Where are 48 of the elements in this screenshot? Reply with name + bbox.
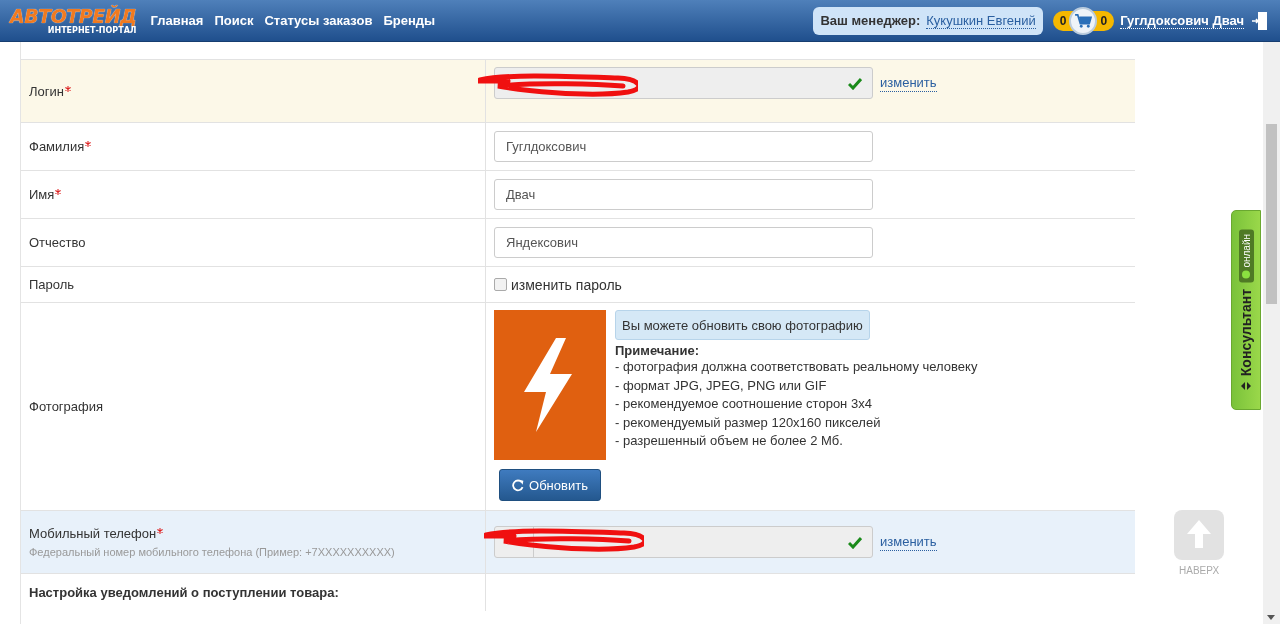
user-link[interactable]: Гуглдоксович Двач [1120, 12, 1244, 29]
logout-icon[interactable] [1252, 10, 1268, 31]
note-title: Примечание: [615, 343, 700, 358]
field-label: Фамилия [29, 139, 85, 154]
text-field[interactable]: Двач [494, 179, 873, 210]
nav-link[interactable]: Главная [150, 13, 204, 28]
status-label: онлайн [1240, 234, 1252, 268]
cart-icon [1074, 13, 1093, 28]
section-heading: Настройка уведомлений о поступлении товара: [21, 574, 486, 611]
scrollbar[interactable] [1263, 42, 1280, 624]
manager-label: Ваш менеджер: [820, 13, 921, 28]
field-label: Фотография [29, 399, 104, 414]
required-icon [55, 189, 62, 195]
checkbox[interactable] [494, 278, 507, 291]
upload-button[interactable]: Вы можете обновить свою фотографию [615, 310, 870, 340]
required-icon [157, 528, 164, 534]
note-item: - разрешенный объем не более 2 Мб. [615, 432, 844, 450]
field-label: Отчество [29, 235, 86, 250]
field-label: Мобильный телефон [29, 526, 157, 541]
cart-count: 0 [1099, 13, 1109, 28]
consultant-tab[interactable]: Консультант онлайн [1231, 210, 1261, 410]
nav-link[interactable]: Статусы заказов [264, 13, 373, 28]
field-hint: Федеральный номер мобильного телефона (Пример: +7XXXXXXXXXX) [29, 546, 396, 558]
field-label: Имя [29, 187, 55, 202]
scrollbar-thumb[interactable] [1266, 124, 1277, 304]
change-link[interactable]: изменить [880, 533, 937, 551]
refresh-button[interactable]: Обновить [499, 469, 601, 501]
nav-link[interactable]: Поиск [214, 13, 254, 28]
field-label: Пароль [29, 277, 75, 292]
scroll-down-icon[interactable] [1267, 615, 1276, 620]
change-link[interactable]: изменить [880, 75, 937, 92]
note-item: - формат JPG, JPEG, PNG или GIF [615, 376, 828, 395]
manager-link[interactable]: Кукушкин Евгений [926, 12, 1036, 29]
note-item: - рекомендуемый размер 120x160 пикселей [615, 413, 882, 432]
note-item: - фотография должна соответствовать реальному человеку [615, 358, 978, 376]
nav-link[interactable]: Бренды [383, 13, 436, 28]
required-icon [85, 141, 92, 147]
text-field[interactable]: Яндексович [494, 227, 873, 258]
cart-count: 0 [1058, 13, 1068, 28]
checkbox-label[interactable]: изменить пароль [511, 276, 622, 293]
logo-tagline: ИНТЕРНЕТ-ПОРТАЛ [47, 25, 137, 35]
required-icon [64, 85, 71, 92]
consultant-label: Консультант [1238, 288, 1254, 376]
arrows-icon [1241, 381, 1251, 390]
refresh-icon [512, 478, 526, 492]
text-field[interactable]: Гуглдоксович [494, 131, 873, 162]
field-label: Логин [29, 83, 64, 99]
note-item: - рекомендуемое соотношение сторон 3x4 [615, 395, 873, 413]
